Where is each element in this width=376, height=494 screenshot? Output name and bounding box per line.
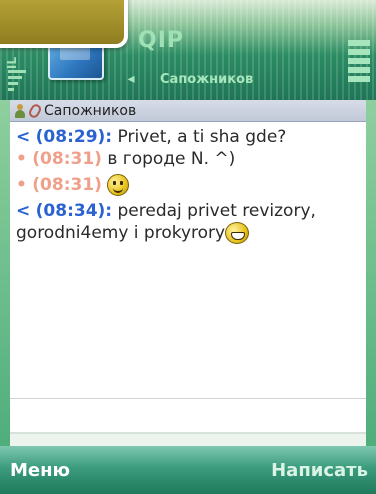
divider (10, 432, 366, 434)
message-direction-marker: < (16, 201, 31, 221)
message-time: (08:29): (35, 127, 113, 147)
contact-name: Сапожников (44, 102, 137, 119)
message-line: < (08:29): Privet, a ti sha gde? (16, 126, 360, 148)
message-input[interactable] (10, 398, 366, 432)
smile-emoticon-icon (107, 174, 130, 196)
signal-indicator: IL (5, 56, 20, 70)
message-direction-marker: • (16, 175, 27, 195)
right-border (366, 100, 376, 446)
corner-decoration (0, 0, 128, 48)
message-direction-marker: • (16, 149, 27, 169)
attachment-icon (27, 101, 43, 120)
laugh-emoticon-icon (225, 222, 250, 244)
prev-tab-arrow-icon[interactable]: ◂ (124, 71, 138, 87)
contact-header: Сапожников (10, 100, 366, 122)
message-text: Privet, a ti sha gde? (112, 127, 287, 147)
message-line: • (08:31) (16, 174, 360, 196)
message-line: < (08:34): peredaj privet revizory, goro… (16, 200, 360, 244)
message-time: (08:31) (32, 175, 102, 195)
contact-status-icon (14, 103, 26, 118)
tab-active-contact[interactable]: Сапожников (160, 72, 253, 87)
message-time: (08:31) (32, 149, 102, 169)
write-softkey[interactable]: Написать (271, 460, 368, 481)
chat-log[interactable]: < (08:29): Privet, a ti sha gde? • (08:3… (10, 122, 366, 398)
softkey-bar: Меню Написать (0, 446, 376, 494)
signal-strength-icon (8, 70, 26, 98)
message-time: (08:34): (35, 201, 113, 221)
left-border (0, 100, 10, 446)
app-title: QIP (138, 28, 185, 53)
chat-tab-bar: ◂ Сапожников (112, 68, 376, 90)
message-line: • (08:31) в городе N. ^) (16, 148, 360, 170)
menu-softkey[interactable]: Меню (10, 460, 70, 481)
phone-screen: QIP IL ◂ Сапожников Сапожников < (08:29)… (0, 0, 376, 494)
message-text: в городе N. ^) (101, 149, 236, 169)
message-direction-marker: < (16, 127, 31, 147)
battery-icon (348, 40, 370, 94)
